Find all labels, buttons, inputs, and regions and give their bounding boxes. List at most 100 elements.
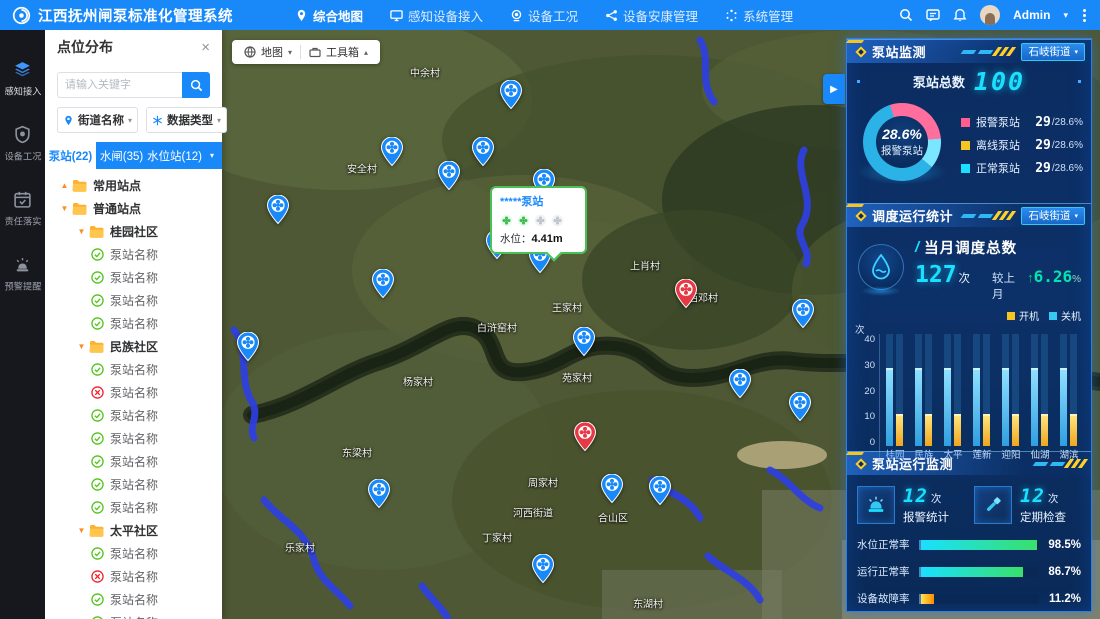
- tree-item-station[interactable]: 泵站名称: [45, 312, 222, 335]
- tree-item-station[interactable]: 泵站名称: [45, 381, 222, 404]
- pump-monitor-section: 泵站监测 石岐街道▾ 泵站总数 100 28.6% 报警泵站: [847, 39, 1091, 203]
- pump-marker[interactable]: [729, 369, 751, 398]
- top-nav-item-device-status[interactable]: 设备工况: [510, 0, 578, 30]
- header-stripes-icon: [958, 211, 1013, 220]
- legend-percent: /28.6%: [1052, 140, 1083, 151]
- stat-text: 12次定期检查: [1020, 485, 1066, 525]
- tree-item-station[interactable]: 泵站名称: [45, 565, 222, 588]
- street-filter-select[interactable]: 街道名称▾: [57, 107, 138, 133]
- pump-marker[interactable]: [500, 80, 522, 109]
- alarm-pump-marker[interactable]: [675, 279, 697, 308]
- tabs-more-icon[interactable]: ▾: [202, 142, 222, 169]
- search-input[interactable]: [57, 72, 182, 98]
- tree-item-station[interactable]: 泵站名称: [45, 289, 222, 312]
- pump-marker[interactable]: [532, 554, 554, 583]
- pump-marker[interactable]: [792, 299, 814, 328]
- rate-fill: [921, 594, 934, 604]
- alarm-pump-marker[interactable]: [574, 422, 596, 451]
- map-layer-label: 地图: [261, 44, 283, 60]
- status-error-icon: [91, 570, 104, 583]
- operation-rate-bars: 水位正常率98.5%运行正常率86.7%设备故障率11.2%: [857, 537, 1081, 606]
- chart-plot-area: 桂园民族太平莲新迎阳仙湖湖滨: [879, 334, 1083, 460]
- pump-marker[interactable]: [267, 195, 289, 224]
- tree-item-station[interactable]: 泵站名称: [45, 427, 222, 450]
- calendar-check-icon: [13, 190, 32, 209]
- tree-item-folder[interactable]: ▼太平社区: [45, 519, 222, 542]
- tree-item-station[interactable]: 泵站名称: [45, 404, 222, 427]
- top-nav-item-system[interactable]: 系统管理: [725, 0, 793, 30]
- map-layer-button[interactable]: 地图 ▾: [236, 44, 300, 60]
- kebab-menu-icon[interactable]: [1081, 7, 1088, 24]
- stat-label: 报警统计: [903, 509, 949, 525]
- pump-marker[interactable]: [438, 161, 460, 190]
- tree-item-station[interactable]: 泵站名称: [45, 358, 222, 381]
- dispatch-bar-chart: 开机关机 次 403020100 桂园民族太平莲新迎阳仙湖湖滨: [855, 308, 1083, 460]
- pump-marker[interactable]: [237, 332, 259, 361]
- layers-icon: [13, 60, 32, 79]
- bar-pair: [909, 334, 938, 446]
- tree-item-folder[interactable]: ▼桂园社区: [45, 220, 222, 243]
- pump-marker[interactable]: [573, 327, 595, 356]
- tab-gate[interactable]: 水闸(35): [96, 142, 147, 169]
- tree-item-station[interactable]: 泵站名称: [45, 266, 222, 289]
- side-rail-item[interactable]: 预警提醒: [3, 255, 43, 293]
- shield-icon: [13, 125, 32, 144]
- pump-marker[interactable]: [472, 137, 494, 166]
- bar-track: [1041, 334, 1048, 446]
- pump-marker[interactable]: [372, 269, 394, 298]
- toolbox-button[interactable]: 工具箱 ▴: [301, 44, 376, 60]
- tree-station-label: 泵站名称: [110, 568, 158, 585]
- pump-marker[interactable]: [789, 392, 811, 421]
- gauge-legend-item: 离线泵站29/28.6%: [961, 137, 1083, 153]
- tree-item-folder[interactable]: ▼民族社区: [45, 335, 222, 358]
- pump-marker[interactable]: [368, 479, 390, 508]
- bar-group: 桂园: [880, 334, 909, 460]
- chevron-down-icon[interactable]: ▾: [1063, 10, 1068, 21]
- legend-value: 29: [1035, 138, 1051, 153]
- top-nav-item-device-health[interactable]: 设备安康管理: [605, 0, 698, 30]
- avatar[interactable]: [980, 5, 1000, 25]
- message-icon[interactable]: [926, 8, 940, 22]
- region-select[interactable]: 石岐街道▾: [1021, 43, 1085, 61]
- top-nav-item-label: 综合地图: [313, 6, 363, 25]
- tree-item-station[interactable]: 泵站名称: [45, 611, 222, 619]
- station-popup: *****泵站 水位：4.41m: [490, 186, 587, 254]
- bell-icon[interactable]: [953, 8, 967, 22]
- search-button[interactable]: [182, 72, 210, 98]
- tree-item-station[interactable]: 泵站名称: [45, 243, 222, 266]
- close-icon[interactable]: ×: [201, 40, 210, 55]
- side-rail-item[interactable]: 设备工况: [3, 125, 43, 163]
- header-stripes-icon: [958, 47, 1013, 56]
- left-panel: 点位分布 × 街道名称▾数据类型▾ 泵站(22)水闸(35)水位站(12)▾ ▲…: [45, 30, 222, 619]
- folder-icon: [89, 524, 104, 537]
- bar-group: 民族: [909, 334, 938, 460]
- top-nav-item-label: 设备工况: [528, 6, 578, 25]
- rate-label: 设备故障率: [857, 591, 919, 606]
- pump-marker[interactable]: [649, 476, 671, 505]
- bar-pair: [967, 334, 996, 446]
- side-rail-item[interactable]: 感知接入: [3, 60, 43, 98]
- pump-marker[interactable]: [601, 474, 623, 503]
- top-nav-item-device-access[interactable]: 感知设备接入: [390, 0, 483, 30]
- region-select[interactable]: 石岐街道▾: [1021, 207, 1085, 225]
- side-rail-item[interactable]: 责任落实: [3, 190, 43, 228]
- chart-legend: 开机关机: [1007, 308, 1081, 323]
- tab-pump[interactable]: 泵站(22): [45, 142, 96, 169]
- tab-level[interactable]: 水位站(12): [147, 142, 202, 169]
- tree-station-label: 泵站名称: [110, 476, 158, 493]
- tree-item-station[interactable]: 泵站名称: [45, 542, 222, 565]
- tree-item-folder[interactable]: ▲常用站点: [45, 174, 222, 197]
- tree-item-station[interactable]: 泵站名称: [45, 588, 222, 611]
- pump-marker[interactable]: [381, 137, 403, 166]
- user-name[interactable]: Admin: [1013, 8, 1050, 22]
- bar-track: [944, 334, 951, 446]
- panel-collapse-button[interactable]: ▶: [823, 74, 845, 104]
- search-icon[interactable]: [899, 8, 913, 22]
- top-nav-item-map[interactable]: 综合地图: [295, 0, 363, 30]
- datatype-filter-select[interactable]: 数据类型▾: [146, 107, 227, 133]
- stat-value-row: 12次: [903, 485, 949, 507]
- tree-item-station[interactable]: 泵站名称: [45, 496, 222, 519]
- tree-item-folder[interactable]: ▼普通站点: [45, 197, 222, 220]
- tree-item-station[interactable]: 泵站名称: [45, 473, 222, 496]
- tree-item-station[interactable]: 泵站名称: [45, 450, 222, 473]
